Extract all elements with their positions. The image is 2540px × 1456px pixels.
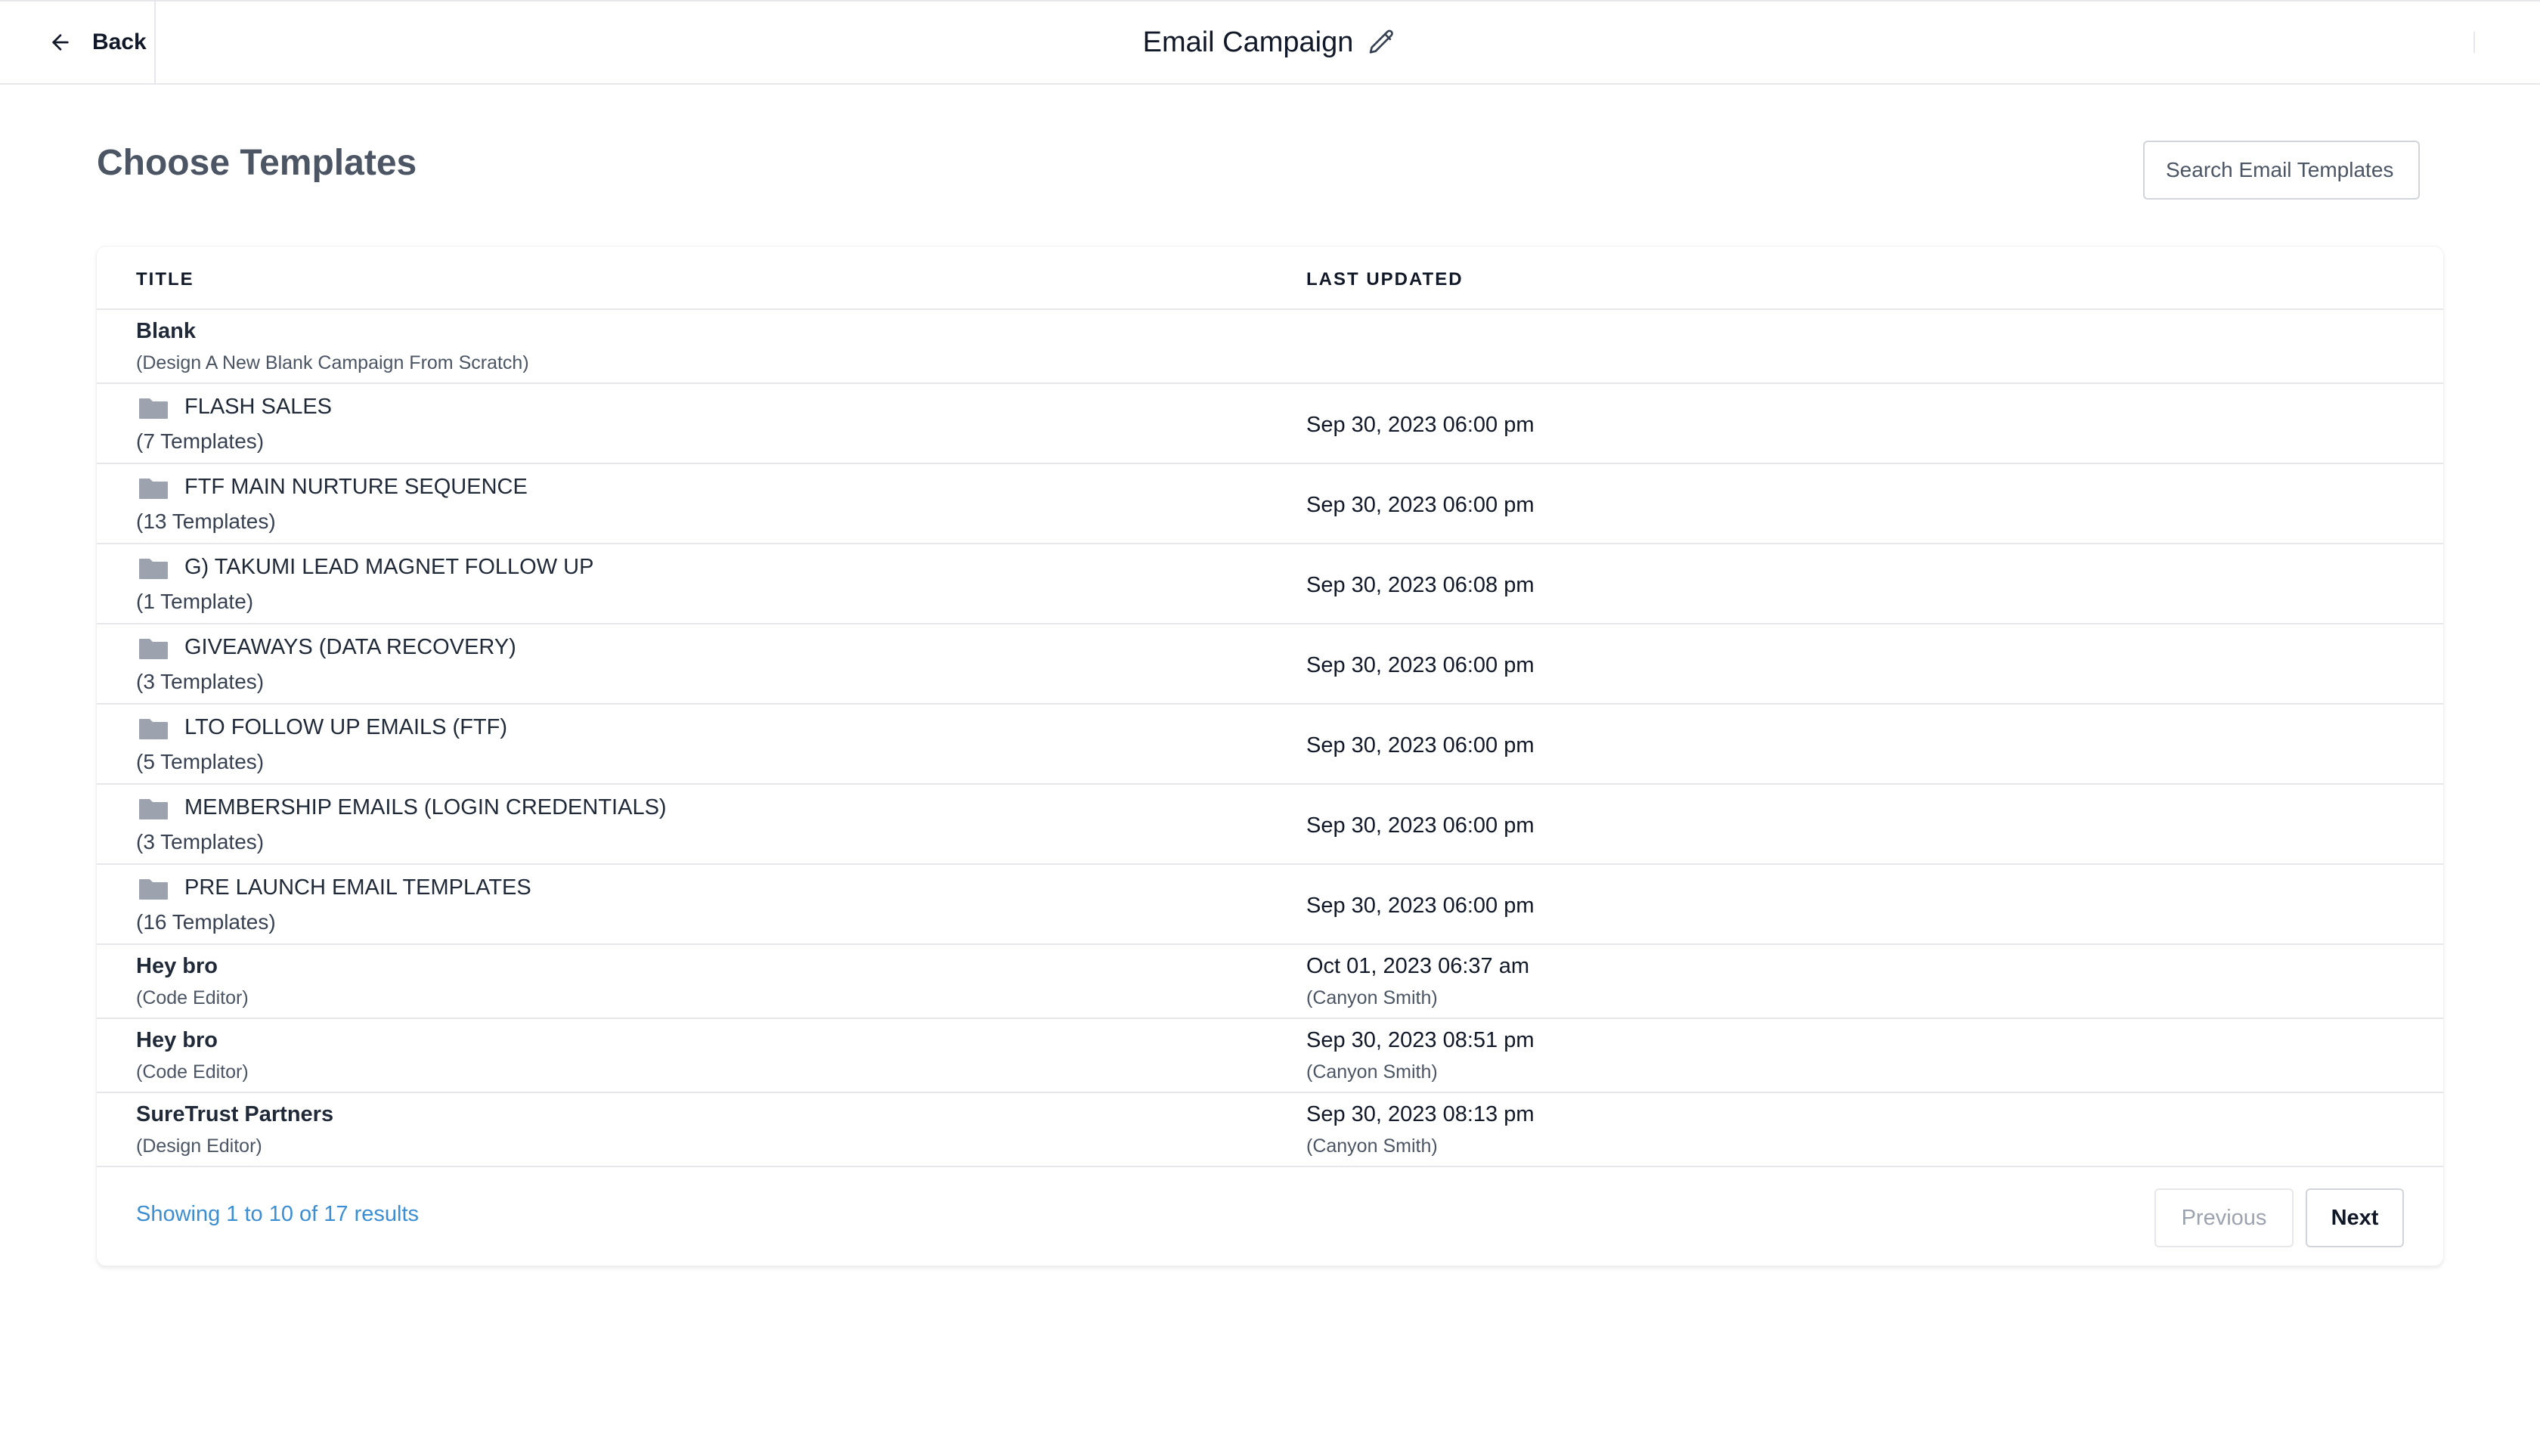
folder-icon [138,797,169,821]
template-name: SureTrust Partners [136,1102,334,1126]
folder-row[interactable]: G) TAKUMI LEAD MAGNET FOLLOW UP (1 Templa… [97,544,2443,624]
templates-table: TITLE LAST UPDATED Blank (Design A New Bl… [97,246,2443,1265]
template-name: Hey bro [136,1028,218,1052]
folder-icon [138,556,169,581]
folder-name: LTO FOLLOW UP EMAILS (FTF) [184,715,507,739]
author-name: (Canyon Smith) [1306,987,1438,1008]
arrow-left-icon [52,34,69,51]
template-subtitle: (Design A New Blank Campaign From Scratc… [136,352,529,373]
last-updated-date: Oct 01, 2023 06:37 am [1306,954,1530,978]
template-count: (16 Templates) [136,910,276,934]
folder-row[interactable]: FLASH SALES (7 Templates) Sep 30, 2023 06:… [97,384,2443,464]
pagination-summary: Showing 1 to 10 of 17 results [136,1202,420,1226]
author-name: (Canyon Smith) [1306,1135,1438,1157]
table-row[interactable]: Hey bro (Code Editor) Oct 01, 2023 06:37 a… [97,945,2443,1019]
template-name: Hey bro [136,954,218,978]
next-button[interactable]: Next [2306,1188,2404,1247]
folder-row[interactable]: MEMBERSHIP EMAILS (LOGIN CREDENTIALS) (3 … [97,785,2443,865]
template-count: (3 Templates) [136,670,265,693]
folder-name: PRE LAUNCH EMAIL TEMPLATES [184,875,531,900]
folder-icon [138,637,169,661]
campaign-title: Email Campaign [1142,26,1354,58]
folder-row[interactable]: LTO FOLLOW UP EMAILS (FTF) (5 Templates) S… [97,705,2443,785]
template-count: (1 Template) [136,590,254,613]
folder-name: MEMBERSHIP EMAILS (LOGIN CREDENTIALS) [184,795,667,819]
folder-row[interactable]: PRE LAUNCH EMAIL TEMPLATES (16 Templates)… [97,865,2443,945]
template-subtitle: (Code Editor) [136,987,249,1008]
folder-icon [138,717,169,741]
table-row[interactable]: Blank (Design A New Blank Campaign From S… [97,310,2443,384]
top-bar: Back Email Campaign [0,0,2540,85]
back-label: Back [92,29,147,54]
folder-name: FLASH SALES [184,395,333,419]
last-updated-date: Sep 30, 2023 06:08 pm [1306,573,1535,597]
previous-button[interactable]: Previous [2154,1188,2294,1247]
folder-row[interactable]: GIVEAWAYS (DATA RECOVERY) (3 Templates) Se… [97,624,2443,705]
folder-name: G) TAKUMI LEAD MAGNET FOLLOW UP [184,555,594,579]
folder-icon [138,396,169,420]
campaign-title-wrap: Email Campaign [0,2,2540,83]
table-row[interactable]: Hey bro (Code Editor) Sep 30, 2023 08:51 p… [97,1019,2443,1093]
column-header-last-updated: LAST UPDATED [1306,269,1464,290]
last-updated-date: Sep 30, 2023 06:00 pm [1306,894,1535,918]
top-divider [2473,32,2475,53]
pencil-icon[interactable] [1367,27,1397,57]
folder-row[interactable]: FTF MAIN NURTURE SEQUENCE (13 Templates) S… [97,464,2443,544]
template-subtitle: (Code Editor) [136,1061,249,1083]
last-updated-date: Sep 30, 2023 08:13 pm [1306,1102,1535,1126]
template-count: (13 Templates) [136,510,276,533]
author-name: (Canyon Smith) [1306,1061,1438,1083]
last-updated-date: Sep 30, 2023 08:51 pm [1306,1028,1535,1052]
template-subtitle: (Design Editor) [136,1135,262,1157]
back-button[interactable]: Back [0,2,156,83]
folder-name: GIVEAWAYS (DATA RECOVERY) [184,635,516,659]
page-title: Choose Templates [97,143,417,183]
last-updated-date: Sep 30, 2023 06:00 pm [1306,493,1535,517]
folder-icon [138,877,169,901]
table-row[interactable]: SureTrust Partners (Design Editor) Sep 30,… [97,1093,2443,1167]
template-count: (5 Templates) [136,750,265,773]
last-updated-date: Sep 30, 2023 06:00 pm [1306,413,1535,437]
template-name: Blank [136,319,196,343]
column-header-title: TITLE [136,269,194,290]
last-updated-date: Sep 30, 2023 06:00 pm [1306,653,1535,677]
table-header: TITLE LAST UPDATED [97,246,2443,310]
folder-name: FTF MAIN NURTURE SEQUENCE [184,475,528,499]
last-updated-date: Sep 30, 2023 06:00 pm [1306,813,1535,838]
last-updated-date: Sep 30, 2023 06:00 pm [1306,733,1535,757]
template-count: (7 Templates) [136,429,265,453]
folder-icon [138,476,169,500]
template-count: (3 Templates) [136,830,265,853]
search-input[interactable] [2143,141,2420,200]
